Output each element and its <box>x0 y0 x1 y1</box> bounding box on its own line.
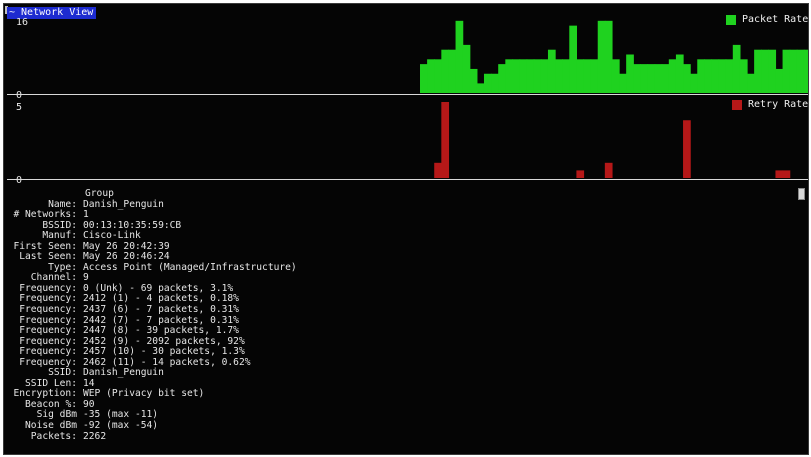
packet-rate-bar <box>583 59 592 93</box>
packet-rate-bar <box>640 64 649 94</box>
app-frame: ~ Network View 16 0 5 0 Packet Rate Retr… <box>0 0 811 457</box>
scrollbar-thumb[interactable] <box>798 188 805 200</box>
packet-rate-bar <box>775 68 784 93</box>
detail-row: Frequency: 2437 (6) - 7 packets, 0.31% <box>11 304 297 316</box>
detail-value: -92 (max -54) <box>83 420 159 432</box>
packet-rate-bar <box>491 73 499 93</box>
packet-rate-bar <box>462 44 471 94</box>
packet-rate-bar <box>747 73 755 93</box>
packet-rate-bar <box>626 54 634 93</box>
packet-rate-bar <box>420 64 428 94</box>
packet-rate-bar <box>555 59 563 93</box>
retry-rate-bar <box>775 170 784 178</box>
packet-rate-bar <box>576 59 585 93</box>
terminal-window: ~ Network View 16 0 5 0 Packet Rate Retr… <box>3 3 809 455</box>
detail-row: Noise dBm -92 (max -54) <box>11 420 297 432</box>
packet-rate-bar <box>711 59 720 93</box>
packet-rate-bar <box>768 49 777 93</box>
packet-rate-bar <box>754 49 762 93</box>
packet-rate-bar <box>448 49 457 93</box>
packet-rate-bar <box>619 73 627 93</box>
packet-rate-bar <box>654 64 663 94</box>
retry-rate-bar <box>576 170 585 178</box>
packet-rate-bar <box>725 59 734 93</box>
packet-rate-bar <box>562 59 570 93</box>
packet-rate-legend: Packet Rate <box>726 14 808 26</box>
packet-rate-legend-label: Packet Rate <box>742 14 809 25</box>
packet-rate-bar <box>761 49 769 93</box>
packet-rate-bar <box>427 59 435 93</box>
packet-rate-bar <box>455 20 464 94</box>
packet-rate-bar <box>526 59 535 93</box>
detail-row: Packets: 2262 <box>11 430 297 443</box>
packet-rate-bar <box>469 68 478 93</box>
packet-rate-bar <box>704 59 713 93</box>
network-details-panel: Group Name: Danish_Penguin # Networks: 1 BSS… <box>11 188 297 443</box>
retry-rate-legend-label: Retry Rate <box>748 99 809 110</box>
detail-key: Noise dBm <box>25 420 77 432</box>
packet-rate-bar <box>441 49 450 93</box>
packet-rate-bar <box>533 59 542 93</box>
packet-rate-bar <box>647 64 656 94</box>
packet-rate-bar <box>732 44 741 94</box>
packet-rate-bar <box>540 59 549 93</box>
packet-rate-bar <box>796 49 805 93</box>
retry-rate-bar <box>604 162 613 178</box>
details-heading: Group <box>85 188 114 199</box>
retry-rate-legend: Retry Rate <box>732 99 808 111</box>
packet-rate-bar <box>476 83 485 94</box>
packet-rate-bar <box>739 59 748 93</box>
packet-rate-bar <box>434 59 442 93</box>
detail-key: Frequency: <box>19 304 77 316</box>
detail-value: WEP (Privacy bit set) <box>83 388 205 400</box>
packet-rate-bar <box>789 49 798 93</box>
packet-rate-bar <box>505 59 514 93</box>
packet-rate-bar <box>597 20 606 94</box>
packet-rate-bar <box>803 49 808 93</box>
packet-rate-bar <box>661 64 670 94</box>
packet-rate-bar <box>547 49 556 93</box>
details-heading-row: Group <box>11 188 297 200</box>
rate-charts <box>420 20 808 178</box>
packet-rate-bar <box>512 59 521 93</box>
detail-value: Access Point (Managed/Infrastructure) <box>83 261 297 273</box>
packet-rate-bar <box>611 59 620 93</box>
packet-rate-bar <box>604 20 613 94</box>
packet-rate-bar <box>668 59 677 93</box>
packet-rate-bar <box>675 54 684 93</box>
retry-rate-swatch <box>732 100 742 110</box>
retry-rate-bar <box>683 120 691 178</box>
detail-value: 2437 (6) - 7 packets, 0.31% <box>83 304 239 316</box>
packet-rate-bar <box>569 25 577 94</box>
detail-value: 2262 <box>83 430 107 442</box>
packet-rate-bar <box>498 64 506 94</box>
retry-rate-bar <box>434 162 442 178</box>
retry-rate-bar <box>782 170 791 178</box>
packet-rate-bar <box>590 59 599 93</box>
packet-rate-bar <box>683 64 691 94</box>
packet-rate-bar <box>718 59 727 93</box>
packet-rate-bar <box>483 73 492 93</box>
packet-rate-bar <box>782 49 791 93</box>
packet-rate-swatch <box>726 15 736 25</box>
retry-rate-bar <box>441 102 450 178</box>
detail-key: Packets: <box>30 430 77 442</box>
packet-rate-bar <box>519 59 528 93</box>
packet-rate-bar <box>690 73 698 93</box>
detail-value: Danish_Penguin <box>83 198 164 210</box>
packet-rate-bar <box>697 59 705 93</box>
packet-rate-bar <box>633 64 641 94</box>
